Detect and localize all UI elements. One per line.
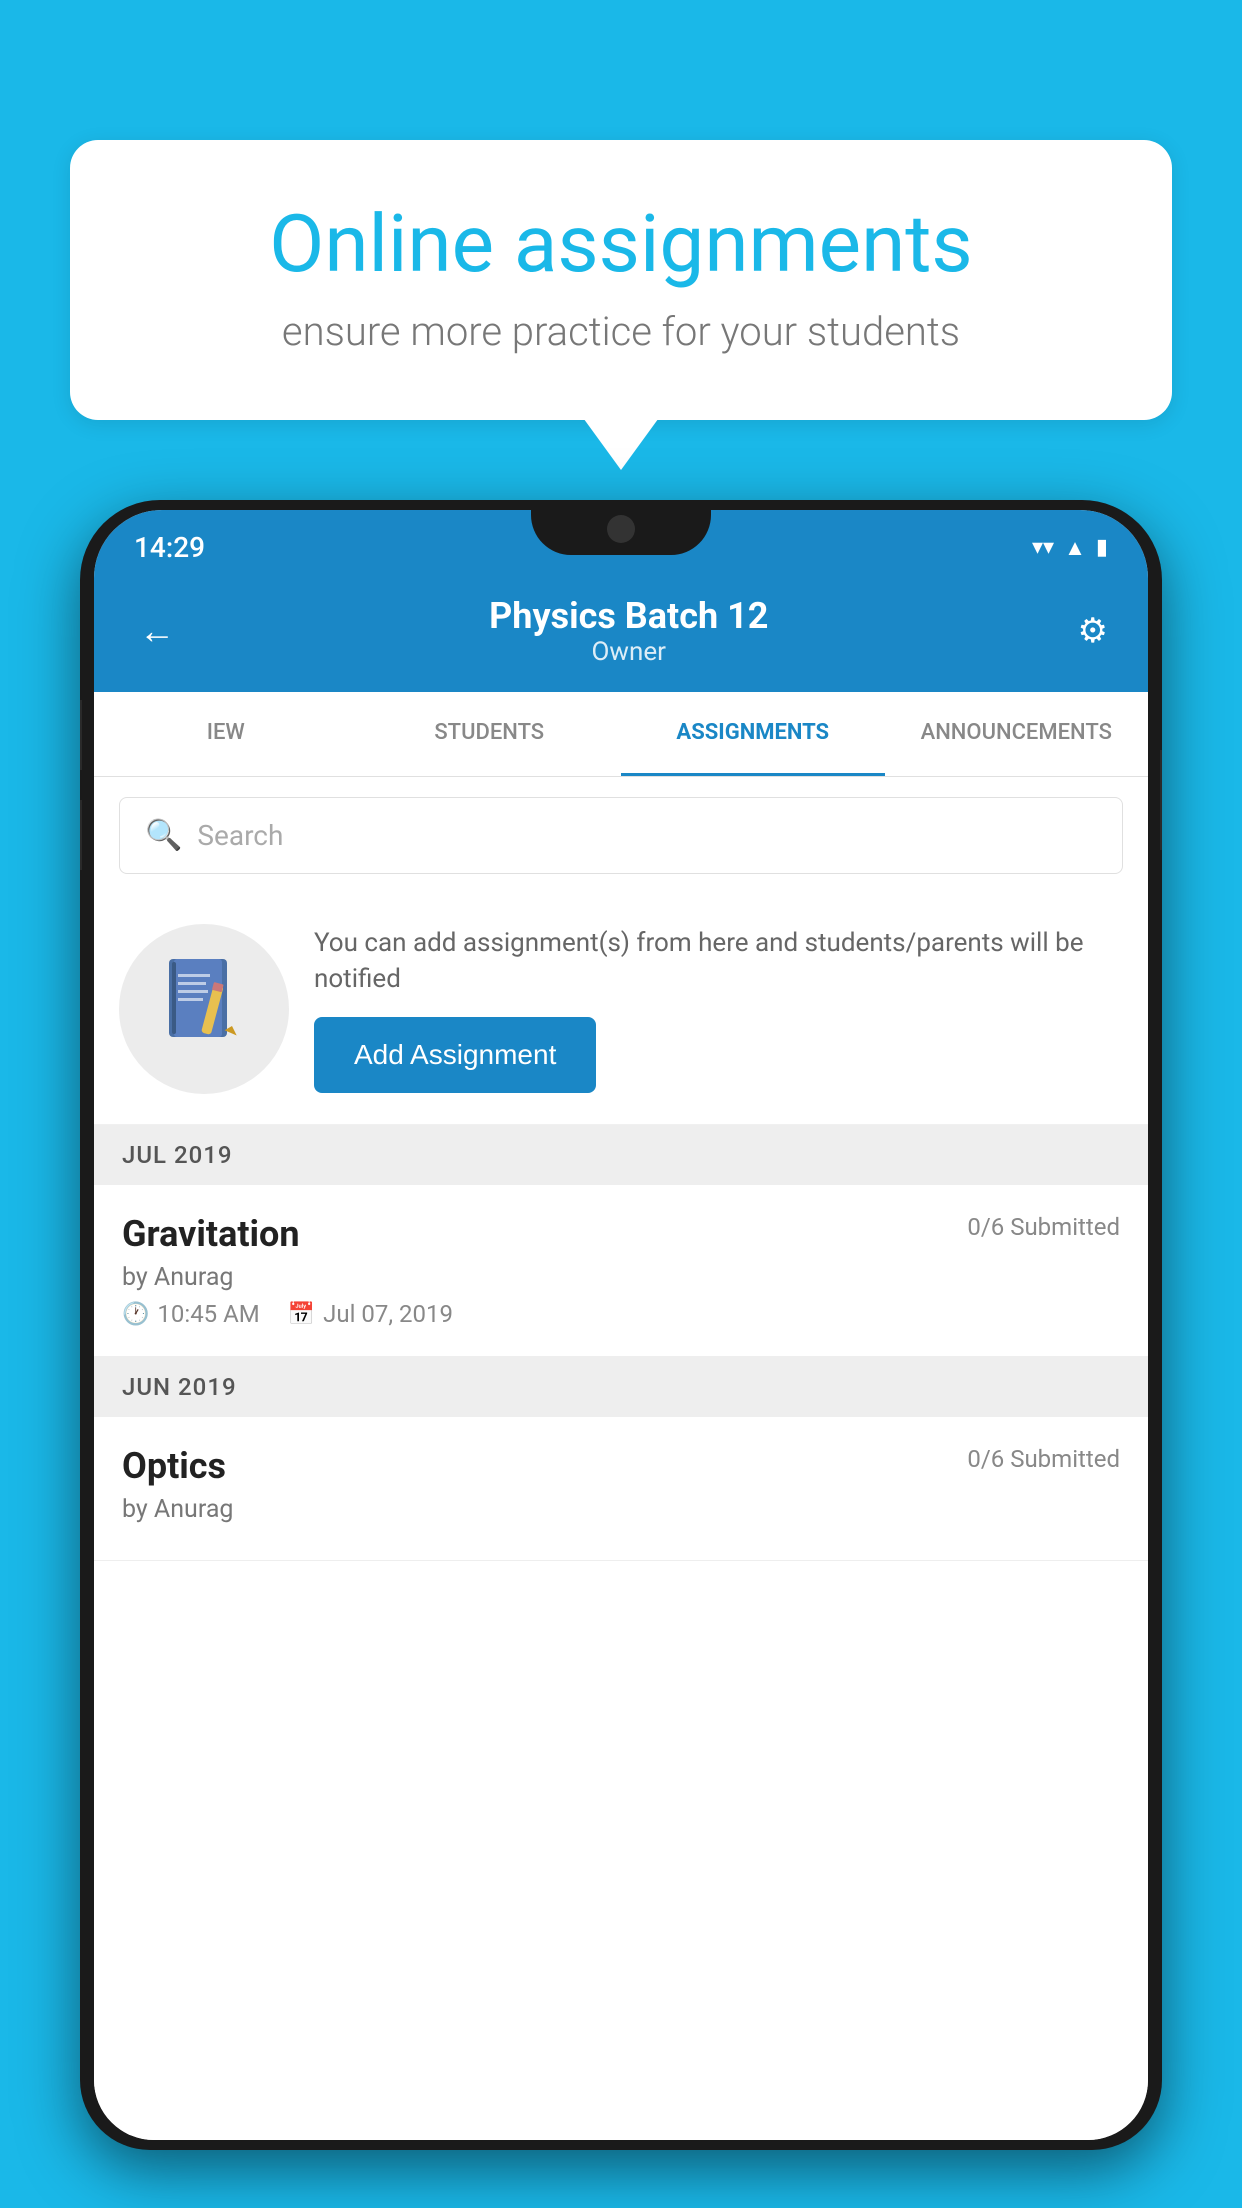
- content-area: 🔍 Search: [94, 777, 1148, 2140]
- promo-text-area: You can add assignment(s) from here and …: [314, 925, 1123, 1094]
- promo-description: You can add assignment(s) from here and …: [314, 925, 1123, 998]
- calendar-icon: 📅: [288, 1302, 315, 1327]
- vol-down-button: [80, 800, 82, 870]
- power-button: [1160, 750, 1162, 850]
- search-placeholder: Search: [197, 819, 283, 852]
- tabs-bar: IEW STUDENTS ASSIGNMENTS ANNOUNCEMENTS: [94, 692, 1148, 777]
- phone-notch: [531, 500, 711, 555]
- assignment-submitted-gravitation: 0/6 Submitted: [967, 1213, 1120, 1241]
- section-header-jun: JUN 2019: [94, 1357, 1148, 1417]
- assignment-time: 10:45 AM: [157, 1300, 259, 1328]
- speech-bubble: Online assignments ensure more practice …: [70, 140, 1172, 420]
- section-header-jul: JUL 2019: [94, 1125, 1148, 1185]
- signal-icon: ▲: [1064, 535, 1086, 561]
- phone-screen: 14:29 ▾▾ ▲ ▮ ← Physics Batch 12 Owner ⚙ …: [94, 510, 1148, 2140]
- vol-up-button: [80, 700, 82, 770]
- header-center: Physics Batch 12 Owner: [489, 595, 768, 667]
- time-item: 🕐 10:45 AM: [122, 1300, 260, 1328]
- date-item: 📅 Jul 07, 2019: [288, 1300, 453, 1328]
- promo-block: You can add assignment(s) from here and …: [94, 894, 1148, 1125]
- assignment-row-top-optics: Optics 0/6 Submitted: [122, 1445, 1120, 1487]
- wifi-icon: ▾▾: [1032, 535, 1054, 560]
- battery-icon: ▮: [1096, 535, 1108, 560]
- phone-frame: 14:29 ▾▾ ▲ ▮ ← Physics Batch 12 Owner ⚙ …: [80, 500, 1162, 2150]
- assignment-author-optics: by Anurag: [122, 1495, 1120, 1524]
- assignment-name-gravitation: Gravitation: [122, 1213, 300, 1255]
- clock-icon: 🕐: [122, 1302, 149, 1327]
- assignment-item-optics[interactable]: Optics 0/6 Submitted by Anurag: [94, 1417, 1148, 1561]
- bubble-subtitle: ensure more practice for your students: [140, 308, 1102, 355]
- search-icon: 🔍: [145, 818, 182, 853]
- notebook-icon: [164, 954, 244, 1064]
- app-header: ← Physics Batch 12 Owner ⚙: [94, 575, 1148, 692]
- assignment-submitted-optics: 0/6 Submitted: [967, 1445, 1120, 1473]
- settings-icon[interactable]: ⚙: [1078, 611, 1108, 651]
- header-subtitle: Owner: [489, 637, 768, 667]
- assignment-author-gravitation: by Anurag: [122, 1263, 1120, 1292]
- promo-icon-circle: [119, 924, 289, 1094]
- tab-assignments[interactable]: ASSIGNMENTS: [621, 692, 885, 776]
- tab-students[interactable]: STUDENTS: [358, 692, 622, 776]
- add-assignment-button[interactable]: Add Assignment: [314, 1017, 596, 1093]
- assignment-name-optics: Optics: [122, 1445, 226, 1487]
- speech-bubble-container: Online assignments ensure more practice …: [70, 140, 1172, 420]
- back-button[interactable]: ←: [134, 605, 180, 657]
- header-title: Physics Batch 12: [489, 595, 768, 637]
- status-icons: ▾▾ ▲ ▮: [1032, 535, 1108, 561]
- tab-announcements[interactable]: ANNOUNCEMENTS: [885, 692, 1149, 776]
- assignment-date: Jul 07, 2019: [323, 1300, 453, 1328]
- assignment-item-gravitation[interactable]: Gravitation 0/6 Submitted by Anurag 🕐 10…: [94, 1185, 1148, 1357]
- search-input[interactable]: 🔍 Search: [119, 797, 1123, 874]
- phone-camera: [607, 515, 635, 543]
- status-time: 14:29: [134, 531, 205, 564]
- search-container: 🔍 Search: [94, 777, 1148, 894]
- phone-container: 14:29 ▾▾ ▲ ▮ ← Physics Batch 12 Owner ⚙ …: [80, 500, 1162, 2208]
- assignment-time-row-gravitation: 🕐 10:45 AM 📅 Jul 07, 2019: [122, 1300, 1120, 1328]
- tab-iew[interactable]: IEW: [94, 692, 358, 776]
- assignment-row-top: Gravitation 0/6 Submitted: [122, 1213, 1120, 1255]
- bubble-title: Online assignments: [140, 200, 1102, 288]
